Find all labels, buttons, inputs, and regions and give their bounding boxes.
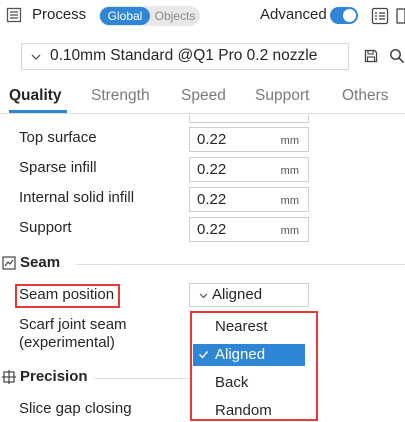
tab-strength[interactable]: Strength: [91, 87, 150, 105]
top-surface-field[interactable]: 0.22 mm: [189, 127, 309, 152]
settings-tabs: Quality Strength Speed Support Others: [0, 84, 405, 114]
scope-objects-button[interactable]: Objects: [151, 7, 199, 25]
dropdown-highlight: [190, 311, 318, 421]
row-label-support: Support: [19, 219, 72, 236]
seam-position-highlight: [15, 284, 120, 308]
slice-gap-closing-label: Slice gap closing: [19, 400, 132, 417]
field-value: 0.22: [197, 191, 227, 208]
precision-icon: [2, 370, 16, 384]
precision-section-title: Precision: [20, 368, 88, 385]
field-value: 0.22: [197, 131, 227, 148]
seam-section-title: Seam: [20, 254, 61, 271]
active-tab-indicator: [9, 110, 67, 113]
advanced-toggle[interactable]: [330, 7, 358, 24]
seam-icon: [2, 256, 16, 270]
toggle-knob: [343, 9, 356, 22]
scope-global-button[interactable]: Global: [100, 7, 150, 25]
field-unit: mm: [280, 195, 299, 207]
field-unit: mm: [280, 225, 299, 237]
tab-support[interactable]: Support: [255, 87, 309, 105]
process-title: Process: [32, 6, 87, 23]
search-icon[interactable]: [389, 48, 405, 64]
compare-list-icon[interactable]: [371, 7, 389, 25]
scarf-joint-label-line1: Scarf joint seam: [19, 316, 127, 333]
process-header: Process Global Objects Advanced: [0, 0, 405, 33]
save-icon[interactable]: [364, 49, 378, 63]
tab-speed[interactable]: Speed: [181, 87, 226, 105]
field-value: 0.22: [197, 221, 227, 238]
preset-dropdown[interactable]: 0.10mm Standard @Q1 Pro 0.2 nozzle: [21, 43, 349, 70]
field-value: 0.22: [197, 161, 227, 178]
process-icon: [6, 7, 22, 23]
chevron-down-icon: [31, 54, 41, 60]
chevron-down-icon: [199, 293, 208, 299]
tab-others[interactable]: Others: [342, 87, 389, 105]
clipped-field: [189, 115, 309, 123]
scarf-joint-label-line2: (experimental): [19, 334, 115, 351]
advanced-label: Advanced: [260, 6, 327, 23]
row-label-top-surface: Top surface: [19, 129, 97, 146]
section-divider: [94, 378, 190, 379]
field-unit: mm: [280, 165, 299, 177]
section-divider: [76, 264, 405, 265]
tab-quality[interactable]: Quality: [9, 87, 62, 105]
preset-name: 0.10mm Standard @Q1 Pro 0.2 nozzle: [50, 47, 318, 64]
sparse-infill-field[interactable]: 0.22 mm: [189, 157, 309, 182]
row-label-sparse-infill: Sparse infill: [19, 159, 97, 176]
scope-switch: Global Objects: [99, 6, 200, 26]
row-label-internal-solid-infill: Internal solid infill: [19, 189, 135, 206]
field-unit: mm: [280, 135, 299, 147]
seam-position-value: Aligned: [212, 286, 263, 303]
support-field[interactable]: 0.22 mm: [189, 217, 309, 242]
more-options-icon[interactable]: [396, 7, 405, 25]
seam-position-select[interactable]: Aligned: [189, 283, 309, 307]
internal-solid-infill-field[interactable]: 0.22 mm: [189, 187, 309, 212]
